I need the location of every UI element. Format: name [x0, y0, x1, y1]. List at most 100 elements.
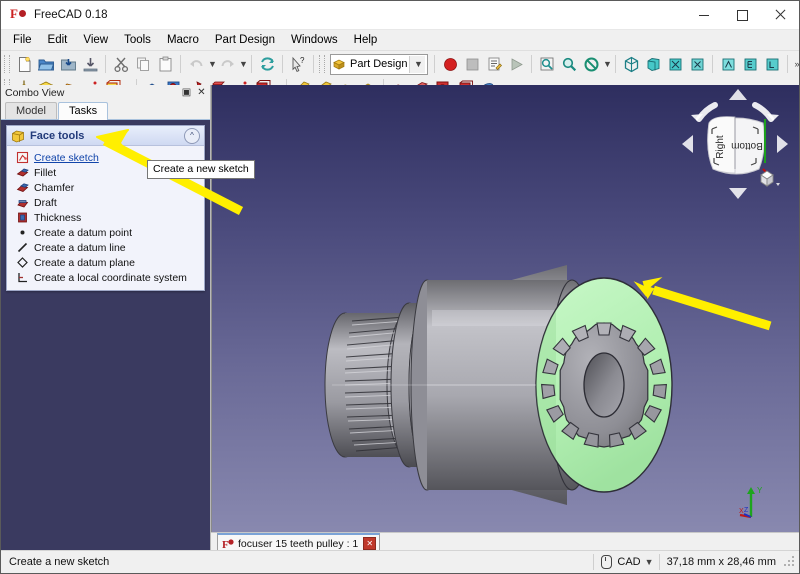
face-tools-task-box: Face tools ^ Create sketch Fillet Chamfe…: [6, 125, 205, 291]
resize-grip-icon[interactable]: [783, 555, 797, 569]
task-label: Fillet: [34, 166, 57, 179]
close-icon[interactable]: ✕: [195, 86, 208, 99]
document-tab-label: focuser 15 teeth pulley : 1: [238, 537, 359, 550]
menu-edit[interactable]: Edit: [40, 32, 76, 48]
task-item-chamfer[interactable]: Chamfer: [7, 180, 204, 195]
close-button[interactable]: [761, 1, 799, 29]
nav-home-cube-icon[interactable]: [759, 169, 780, 189]
menu-macro[interactable]: Macro: [159, 32, 207, 48]
toolbar-grip[interactable]: [4, 55, 10, 73]
minimize-button[interactable]: [685, 1, 723, 29]
refresh-icon[interactable]: [256, 53, 278, 75]
undock-icon[interactable]: ▣: [180, 86, 193, 99]
menu-part-design[interactable]: Part Design: [207, 32, 283, 48]
3d-viewport[interactable]: Right Bottom Y X Z: [211, 85, 799, 551]
right-view-icon[interactable]: [686, 53, 708, 75]
face-tools-title: Face tools: [30, 129, 85, 142]
save-as-icon[interactable]: [79, 53, 101, 75]
rear-view-icon[interactable]: [717, 53, 739, 75]
menu-file[interactable]: File: [5, 32, 40, 48]
zoom-icon[interactable]: [558, 53, 580, 75]
draw-style-dropdown-icon[interactable]: ▼: [602, 53, 612, 75]
fit-all-icon[interactable]: [536, 53, 558, 75]
toolbar-separator: [251, 55, 252, 73]
menu-help[interactable]: Help: [346, 32, 386, 48]
workbench-dropdown-icon[interactable]: ▼: [409, 55, 425, 73]
toolbar-row-1: ▼ ▼ ? Part Design ▼ ▼ »: [1, 52, 799, 76]
undo-icon[interactable]: [185, 53, 207, 75]
task-item-datum-point[interactable]: Create a datum point: [7, 225, 204, 240]
nav-cube-face-right-label: Right: [715, 135, 726, 159]
toolbar-overflow-icon[interactable]: »: [792, 53, 799, 75]
mouse-icon: [601, 555, 613, 569]
top-view-icon[interactable]: [664, 53, 686, 75]
maximize-button[interactable]: [723, 1, 761, 29]
tab-model[interactable]: Model: [5, 102, 57, 119]
task-item-draft[interactable]: Draft: [7, 195, 204, 210]
macro-stop-icon[interactable]: [461, 53, 483, 75]
save-document-icon[interactable]: [57, 53, 79, 75]
macro-record-icon[interactable]: [439, 53, 461, 75]
front-view-icon[interactable]: [642, 53, 664, 75]
chevron-up-icon[interactable]: ^: [184, 127, 200, 144]
toolbar-separator: [180, 55, 181, 73]
workbench-selector[interactable]: Part Design ▼: [330, 53, 428, 75]
menu-windows[interactable]: Windows: [283, 32, 346, 48]
copy-icon[interactable]: [132, 53, 154, 75]
redo-dropdown-icon[interactable]: ▼: [238, 53, 248, 75]
macro-execute-icon[interactable]: [505, 53, 527, 75]
maximize-icon: [736, 9, 748, 21]
task-item-datum-plane[interactable]: Create a datum plane: [7, 255, 204, 270]
navigation-cube[interactable]: Right Bottom: [679, 85, 791, 203]
toolbar-separator: [712, 55, 713, 73]
paste-icon[interactable]: [154, 53, 176, 75]
window-controls: [685, 1, 799, 29]
left-view-icon[interactable]: [761, 53, 783, 75]
status-bar: Create a new sketch CAD ▼ 37,18 mm x 28,…: [1, 550, 799, 573]
whats-this-icon[interactable]: ?: [287, 53, 309, 75]
tooltip: Create a new sketch: [147, 160, 255, 179]
task-item-thickness[interactable]: Thickness: [7, 210, 204, 225]
isometric-view-icon[interactable]: [620, 53, 642, 75]
chevron-down-icon[interactable]: ▼: [645, 557, 654, 567]
svg-text:F: F: [222, 539, 229, 550]
title-bar: F FreeCAD 0.18: [1, 1, 799, 30]
menu-tools[interactable]: Tools: [116, 32, 159, 48]
tab-tasks[interactable]: Tasks: [57, 102, 109, 120]
toolbar-separator: [313, 55, 314, 73]
face-tools-header[interactable]: Face tools ^: [7, 126, 204, 146]
tasks-panel-body: Face tools ^ Create sketch Fillet Chamfe…: [1, 120, 210, 551]
combo-view-header: Combo View ▣ ✕: [1, 85, 210, 100]
datum-point-icon: [15, 226, 29, 240]
nav-cube-face-bottom-label: Bottom: [731, 140, 763, 151]
main-area: Combo View ▣ ✕ Model Tasks Face tools ^: [1, 85, 799, 551]
chamfer-icon: [15, 181, 29, 195]
draw-style-icon[interactable]: [580, 53, 602, 75]
new-document-icon[interactable]: [13, 53, 35, 75]
close-icon[interactable]: ✕: [363, 537, 377, 550]
toolbar-grip[interactable]: [319, 55, 325, 73]
task-item-datum-line[interactable]: Create a datum line: [7, 240, 204, 255]
minimize-icon: [699, 14, 709, 16]
task-label: Create a datum plane: [34, 256, 135, 269]
macro-edit-icon[interactable]: [483, 53, 505, 75]
toolbar-separator: [434, 55, 435, 73]
create-sketch-icon: [15, 151, 29, 165]
task-label: Create a datum line: [34, 241, 126, 254]
undo-dropdown-icon[interactable]: ▼: [207, 53, 217, 75]
redo-icon[interactable]: [216, 53, 238, 75]
toolbar-separator: [615, 55, 616, 73]
combo-view-title: Combo View: [5, 86, 65, 99]
bottom-view-icon[interactable]: [739, 53, 761, 75]
menu-view[interactable]: View: [75, 32, 116, 48]
task-label: Create a local coordinate system: [34, 271, 187, 284]
toolbar-separator: [105, 55, 106, 73]
open-document-icon[interactable]: [35, 53, 57, 75]
navigation-mode-selector[interactable]: CAD ▼: [593, 554, 658, 570]
task-item-local-coordinate-system[interactable]: Create a local coordinate system: [7, 270, 204, 285]
freecad-logo-icon: F: [9, 6, 27, 24]
cut-icon[interactable]: [110, 53, 132, 75]
document-tab-bar: F focuser 15 teeth pulley : 1 ✕: [211, 532, 799, 553]
task-label: Thickness: [34, 211, 82, 224]
dimensions-readout: 37,18 mm x 28,46 mm: [658, 554, 783, 570]
